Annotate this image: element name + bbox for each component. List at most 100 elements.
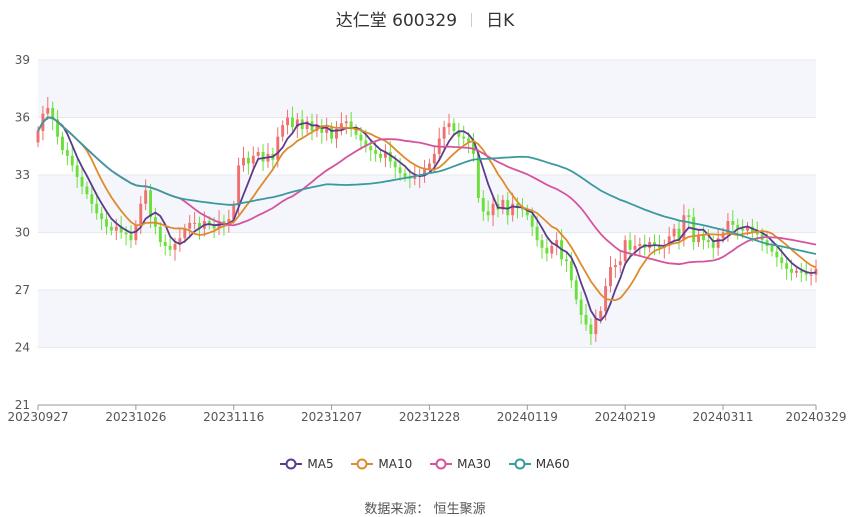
candle-body: [682, 215, 686, 241]
candle-body: [85, 186, 89, 195]
candle-body: [105, 219, 108, 227]
x-tick-label: 20240119: [497, 410, 558, 424]
candle-body: [511, 203, 515, 216]
x-tick-label: 20240311: [692, 410, 753, 424]
candle-body: [623, 240, 627, 262]
y-tick-label: 27: [15, 283, 30, 297]
candle-body: [36, 130, 40, 143]
y-tick-label: 39: [15, 53, 30, 67]
candle-body: [359, 134, 363, 141]
candle-body: [574, 280, 578, 300]
candle-body: [237, 165, 241, 206]
legend-item-ma60[interactable]: MA60: [508, 457, 570, 471]
x-tick-label: 20231207: [301, 410, 362, 424]
y-axis: 21242730333639: [15, 53, 30, 412]
candle-body: [672, 228, 676, 237]
candle-body: [545, 247, 549, 254]
candle-body: [109, 226, 113, 231]
ma5-marker-icon: [280, 458, 303, 470]
ma10-marker-icon: [351, 458, 374, 470]
candle-body: [770, 245, 774, 252]
candle-body: [158, 226, 162, 243]
candle-body: [613, 265, 617, 267]
candle-body: [432, 153, 436, 164]
candle-body: [790, 268, 793, 273]
x-tick-label: 20240219: [595, 410, 656, 424]
ma30-marker-icon: [430, 458, 453, 470]
candle-body: [61, 136, 64, 151]
candle-body: [374, 150, 378, 154]
ma60-marker-icon: [508, 458, 531, 470]
candle-body: [100, 213, 104, 220]
candle-body: [452, 123, 456, 131]
candle-body: [90, 194, 94, 204]
candle-body: [173, 244, 177, 250]
candle-body: [809, 274, 813, 276]
candle-body: [330, 127, 334, 139]
x-tick-label: 20231228: [399, 410, 460, 424]
candle-body: [633, 245, 637, 250]
x-tick-label: 20231026: [105, 410, 166, 424]
candle-body: [242, 157, 245, 166]
candle-body: [731, 221, 735, 225]
candle-body: [794, 270, 798, 273]
candle-body: [188, 222, 192, 229]
candle-body: [276, 136, 280, 160]
candle-body: [540, 240, 544, 248]
candlestick-chart: 21242730333639 20230927 20231026 20231116 2…: [7, 53, 846, 424]
candle-body: [706, 240, 710, 243]
candle-body: [609, 267, 612, 287]
candle-body: [550, 245, 554, 254]
candle-body: [491, 203, 495, 216]
candle-body: [741, 228, 745, 231]
candle-body: [711, 242, 715, 248]
candle-body: [594, 318, 598, 335]
candle-body: [442, 127, 446, 139]
candle-body: [369, 146, 373, 151]
candle-body: [579, 299, 583, 315]
candle-body: [427, 163, 431, 170]
candle-body: [124, 232, 128, 235]
candle-body: [75, 165, 79, 177]
candle-body: [564, 259, 568, 262]
candle-body: [530, 215, 534, 227]
plot-band: [38, 60, 816, 118]
candle-body: [476, 153, 480, 198]
candle-body: [535, 226, 539, 241]
candle-body: [65, 150, 69, 156]
data-source: 数据来源： 恒生聚源: [0, 498, 850, 517]
x-tick-label: 20231116: [203, 410, 264, 424]
source-label: 数据来源：: [364, 502, 430, 517]
candle-body: [251, 155, 255, 164]
candle-body: [486, 211, 490, 216]
candle-body: [168, 245, 172, 250]
candle-body: [462, 136, 466, 139]
candle-body: [281, 125, 285, 137]
plot-background: [38, 60, 816, 348]
legend: MA5 MA10 MA30 MA60: [0, 457, 850, 473]
candle-body: [193, 222, 197, 224]
candle-body: [290, 117, 294, 128]
y-tick-label: 33: [15, 168, 30, 182]
legend-item-ma30[interactable]: MA30: [430, 457, 491, 471]
candle-body: [95, 203, 99, 214]
candle-body: [149, 190, 152, 218]
candle-body: [780, 257, 784, 264]
legend-label: MA10: [378, 457, 413, 471]
candle-body: [379, 153, 382, 158]
candle-body: [775, 251, 779, 258]
y-tick-label: 24: [15, 341, 30, 355]
candle-body: [70, 155, 74, 166]
candle-body: [628, 240, 632, 250]
candle-body: [755, 232, 759, 235]
candle-body: [403, 173, 407, 177]
candle-body: [584, 314, 588, 325]
candle-body: [589, 324, 593, 335]
candle-body: [246, 157, 250, 164]
candle-body: [481, 198, 485, 212]
candle-body: [144, 190, 148, 204]
plot-band: [38, 290, 816, 348]
legend-item-ma5[interactable]: MA5: [280, 457, 334, 471]
legend-label: MA5: [307, 457, 334, 471]
legend-item-ma10[interactable]: MA10: [351, 457, 412, 471]
